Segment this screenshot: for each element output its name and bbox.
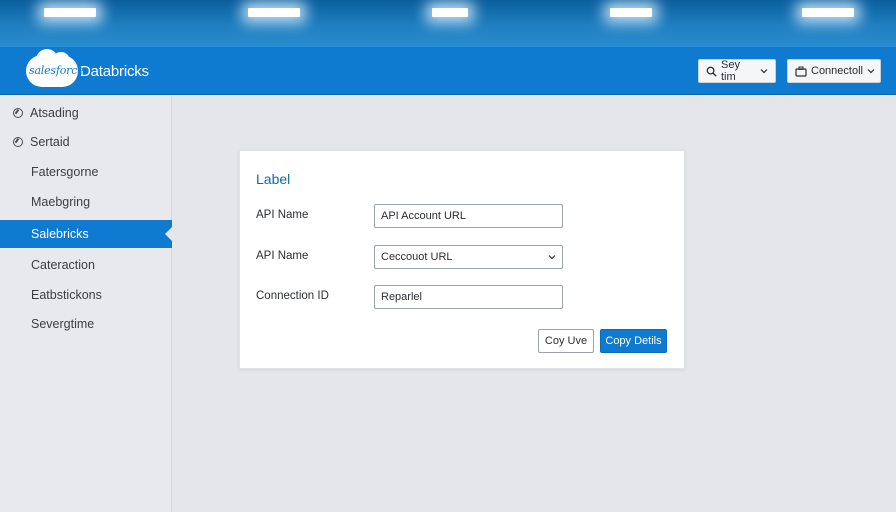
- sidebar-item-maebgring[interactable]: Maebgring: [0, 188, 172, 216]
- sidebar-item-label: Maebgring: [31, 195, 91, 209]
- chevron-down-icon: [548, 255, 556, 260]
- circle-icon: [13, 108, 23, 118]
- ceiling-light: [432, 8, 468, 17]
- chevron-down-icon: [760, 69, 768, 74]
- connection-url-select[interactable]: Ceccouot URL: [374, 245, 563, 269]
- sidebar-item-eatbstickons[interactable]: Eatbstickons: [0, 281, 172, 309]
- search-icon: [706, 66, 717, 77]
- sidebar-item-label: Atsading: [30, 106, 79, 120]
- sidebar-item-label: Salebricks: [31, 227, 89, 241]
- ceiling-light: [44, 8, 96, 17]
- sidebar-item-label: Cateraction: [31, 258, 95, 272]
- app-header: salesforce Databricks Sey tim Connectoll: [0, 46, 896, 95]
- circle-icon: [13, 137, 23, 147]
- app-title: Databricks: [80, 63, 149, 80]
- connection-button-label: Connectoll: [811, 65, 863, 77]
- connection-icon: [795, 66, 807, 77]
- sidebar-item-cateraction[interactable]: Cateraction: [0, 251, 172, 279]
- sidebar-item-severgtime[interactable]: Severgtime: [0, 310, 172, 338]
- api-account-url-input[interactable]: [374, 204, 563, 228]
- ceiling-light: [802, 8, 854, 17]
- copy-value-button[interactable]: Coy Uve: [538, 329, 594, 353]
- sidebar: Atsading Sertaid Fatersgorne Maebgring S…: [0, 96, 173, 512]
- search-button-label: Sey tim: [721, 59, 740, 83]
- sidebar-item-atsading[interactable]: Atsading: [0, 99, 172, 127]
- api-name-label: API Name: [256, 209, 309, 221]
- sidebar-item-salebricks[interactable]: Salebricks: [0, 220, 173, 248]
- sidebar-item-label: Eatbstickons: [31, 288, 102, 302]
- api-name-label: API Name: [256, 250, 309, 262]
- copy-details-button[interactable]: Copy Detils: [600, 329, 667, 353]
- sidebar-item-sertaid[interactable]: Sertaid: [0, 128, 172, 156]
- search-button[interactable]: Sey tim: [698, 59, 776, 83]
- sidebar-item-label: Sertaid: [30, 135, 70, 149]
- sidebar-item-fatersgorne[interactable]: Fatersgorne: [0, 158, 172, 186]
- card-title: Label: [256, 171, 291, 187]
- ceiling-background: [0, 0, 896, 46]
- connection-id-label: Connection ID: [256, 290, 329, 302]
- salesforce-logo: salesforce: [26, 49, 84, 87]
- chevron-down-icon: [867, 69, 875, 74]
- connection-form-card: Label API Name API Name Ceccouot URL Con…: [239, 150, 685, 369]
- sidebar-item-label: Fatersgorne: [31, 165, 99, 179]
- sidebar-item-label: Severgtime: [31, 317, 95, 331]
- ceiling-light: [248, 8, 300, 17]
- select-value: Ceccouot URL: [381, 251, 453, 263]
- ceiling-light: [610, 8, 652, 17]
- connection-button[interactable]: Connectoll: [787, 59, 881, 83]
- connection-id-input[interactable]: [374, 285, 563, 309]
- logo-text: salesforce: [29, 64, 84, 77]
